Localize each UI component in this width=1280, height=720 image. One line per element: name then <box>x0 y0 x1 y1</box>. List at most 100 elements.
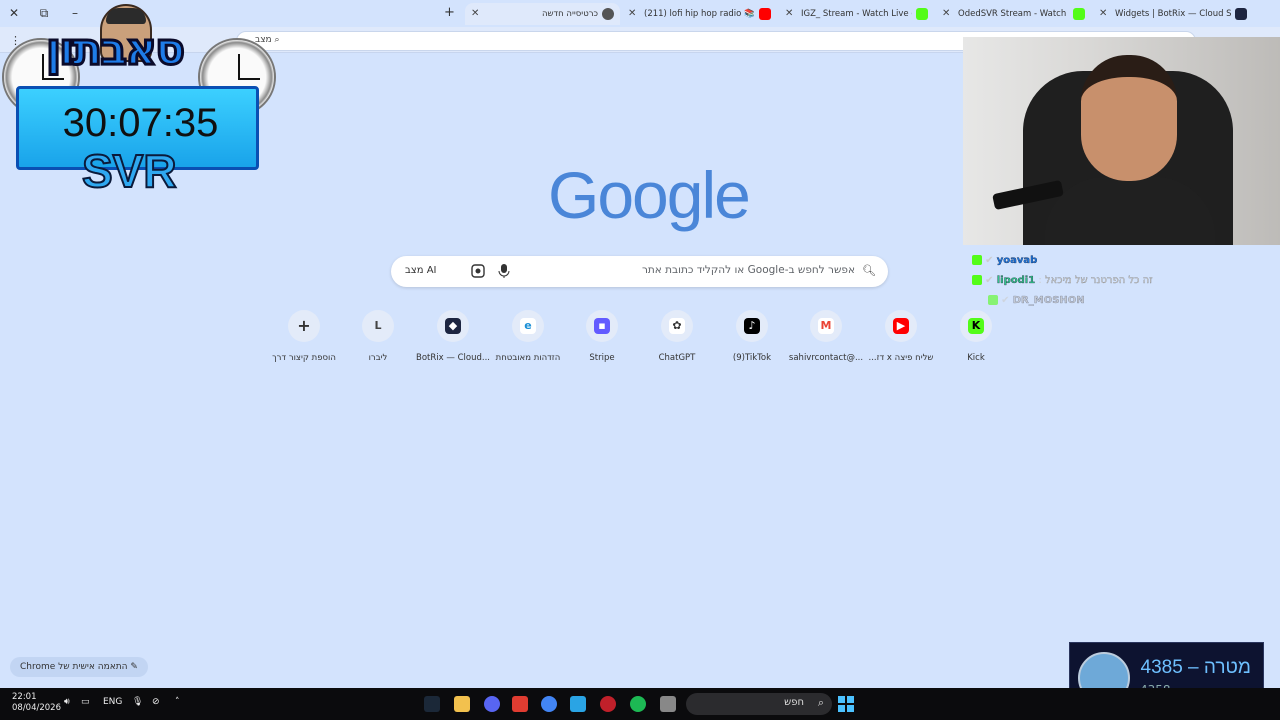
tab-botrix[interactable]: ✕ Widgets | BotRix — Cloud Stre <box>1093 3 1253 25</box>
clock[interactable]: 22:01 08/04/2026 <box>12 692 61 714</box>
shortcut-label: Kick <box>967 353 985 363</box>
spotify-icon[interactable] <box>630 696 646 712</box>
shortcut-kick[interactable]: K Kick <box>936 310 1016 363</box>
kick-icon <box>1073 8 1085 20</box>
shortcut-chatgpt[interactable]: ✿ ChatGPT <box>637 310 717 363</box>
shortcut-label: הזדהות מאובטחת <box>495 353 561 363</box>
kick-badge-icon <box>988 295 998 305</box>
discord-icon[interactable] <box>484 696 500 712</box>
close-window-icon[interactable]: ✕ <box>4 4 24 22</box>
obs-icon[interactable] <box>600 696 616 712</box>
shortcut-label: sahivrcontact@... <box>788 353 864 363</box>
edge-icon: e <box>520 318 536 334</box>
omnibox-ai-mode[interactable]: מצב ⌕ <box>255 35 280 45</box>
chat-message: ✔ yoavab <box>972 254 1272 274</box>
shortcut-tiktok[interactable]: ♪ (9)TikTok <box>712 310 792 363</box>
language-indicator[interactable]: ENG <box>103 697 122 707</box>
shortcut-label: ליברו <box>368 353 388 363</box>
mic-icon[interactable]: 🎙︎ <box>132 697 143 707</box>
chat-message: ✔ lipodi1 : זה כל הפרטנר של מיכאל <box>972 274 1272 294</box>
shortcut-botrix[interactable]: ◆ BotRix — Cloud... <box>413 310 493 363</box>
tab-close-icon[interactable]: ✕ <box>1099 3 1107 25</box>
tab-igz[interactable]: ✕ IGZ_ Stream - Watch Live on K <box>779 3 934 25</box>
chat-message: ✔ DR_MOSHON <box>972 294 1272 314</box>
google-search-box[interactable]: 🔍︎ אפשר לחפש ב-Google או להקליד כתובת את… <box>391 256 888 287</box>
tab-close-icon[interactable]: ✕ <box>471 3 479 25</box>
restore-window-icon[interactable]: ⧉ <box>34 4 54 22</box>
shortcut-libro[interactable]: L ליברו <box>338 310 418 363</box>
stripe-icon: ▪ <box>594 318 610 334</box>
botrix-icon <box>1235 8 1247 20</box>
tab-close-icon[interactable]: ✕ <box>942 3 950 25</box>
tab-strip: ✕ ⧉ – + ✕ כרטיסייה חדשה ✕ (211) lofi hip… <box>0 0 1280 27</box>
subathon-title: סאבתון <box>44 23 186 77</box>
chat-username: lipodi1 <box>996 275 1036 286</box>
goal-title: מטרה – 4385 <box>1140 657 1252 678</box>
youtube-icon: ▶ <box>893 318 909 334</box>
streamer-name: SVR <box>81 144 178 198</box>
telegram-icon[interactable] <box>570 696 586 712</box>
gmail-icon: M <box>818 318 834 334</box>
taskbar-search[interactable]: חפש ⌕ <box>686 693 832 715</box>
chrome-icon[interactable] <box>541 696 557 712</box>
tab-title: כרטיסייה חדשה <box>541 9 598 19</box>
tiktok-icon: ♪ <box>744 318 760 334</box>
tab-title: IGZ_ Stream - Watch Live on K <box>801 9 912 19</box>
tab-odedsvr[interactable]: ✕ OdedSVR Stream - Watch Live <box>936 3 1091 25</box>
shortcut-youtube[interactable]: ▶ שליח פיצה x דז... <box>861 310 941 363</box>
chat-username: DR_MOSHON <box>1012 295 1085 306</box>
tab-new-tab[interactable]: ✕ כרטיסייה חדשה <box>465 3 620 25</box>
chatgpt-icon: ✿ <box>669 318 685 334</box>
customize-chrome-button[interactable]: ✎ התאמה אישית של Chrome <box>10 657 148 677</box>
kick-badge-icon <box>972 275 982 285</box>
tab-close-icon[interactable]: ✕ <box>628 3 636 25</box>
search-icon: 🔍︎ <box>862 264 876 277</box>
youtube-icon <box>759 8 771 20</box>
notifications-off-icon[interactable]: ⊘ <box>152 697 160 707</box>
windows-taskbar: 22:01 08/04/2026 🔊︎ ▭ ENG 🎙︎ ⊘ ˄ חפש ⌕ <box>0 688 1280 720</box>
chrome-icon <box>602 8 614 20</box>
tab-close-icon[interactable]: ✕ <box>785 3 793 25</box>
plus-icon: + <box>297 316 311 335</box>
chat-text: זה כל הפרטנר של מיכאל <box>1044 275 1153 286</box>
app-icon[interactable] <box>512 696 528 712</box>
chevron-up-icon[interactable]: ˄ <box>175 697 180 707</box>
window-icon[interactable] <box>660 696 676 712</box>
shortcut-label: שליח פיצה x דז... <box>868 353 934 363</box>
shortcut-stripe[interactable]: ▪ Stripe <box>562 310 642 363</box>
shortcut-label: Stripe <box>589 353 615 363</box>
search-icon: ⌕ <box>817 696 824 709</box>
kick-badge-icon <box>972 255 982 265</box>
libro-icon: L <box>374 319 382 332</box>
pencil-icon: ✎ <box>130 662 138 672</box>
minimize-window-icon[interactable]: – <box>65 4 85 22</box>
botrix-icon: ◆ <box>445 318 461 334</box>
webcam-feed <box>963 37 1280 245</box>
shortcut-label: הוספת קיצור דרך <box>272 353 336 363</box>
stream-chat: ✔ yoavab ✔ lipodi1 : זה כל הפרטנר של מיכ… <box>972 254 1272 314</box>
windows-start-icon[interactable] <box>838 696 854 712</box>
search-input[interactable]: אפשר לחפש ב-Google או להקליד כתובת אתר <box>642 264 855 276</box>
tab-title: OdedSVR Stream - Watch Live <box>958 9 1069 19</box>
kick-icon: K <box>968 318 984 334</box>
add-shortcut-button[interactable]: + הוספת קיצור דרך <box>264 310 344 363</box>
microphone-icon[interactable] <box>497 263 511 279</box>
volume-icon[interactable]: 🔊︎ <box>64 697 70 707</box>
chat-username: yoavab <box>996 255 1038 266</box>
shortcut-label: ChatGPT <box>658 353 696 363</box>
tab-title: (211) lofi hip hop radio 📚 <box>644 9 755 19</box>
kick-icon <box>916 8 928 20</box>
network-icon[interactable]: ▭ <box>81 697 90 707</box>
ai-mode-button[interactable]: מצב AI <box>399 260 442 282</box>
timer-value: 30:07:35 <box>62 101 219 145</box>
tab-lofi[interactable]: ✕ (211) lofi hip hop radio 📚 <box>622 3 777 25</box>
steam-icon[interactable] <box>424 696 440 712</box>
shortcut-label: BotRix — Cloud... <box>416 353 490 363</box>
file-explorer-icon[interactable] <box>454 696 470 712</box>
shortcut-gmail[interactable]: M sahivrcontact@... <box>786 310 866 363</box>
shortcut-secure-login[interactable]: e הזדהות מאובטחת <box>488 310 568 363</box>
google-lens-icon[interactable] <box>471 264 485 278</box>
tab-title: Widgets | BotRix — Cloud Stre <box>1115 9 1231 19</box>
new-tab-button[interactable]: + <box>444 4 458 22</box>
shortcut-label: (9)TikTok <box>732 353 772 363</box>
